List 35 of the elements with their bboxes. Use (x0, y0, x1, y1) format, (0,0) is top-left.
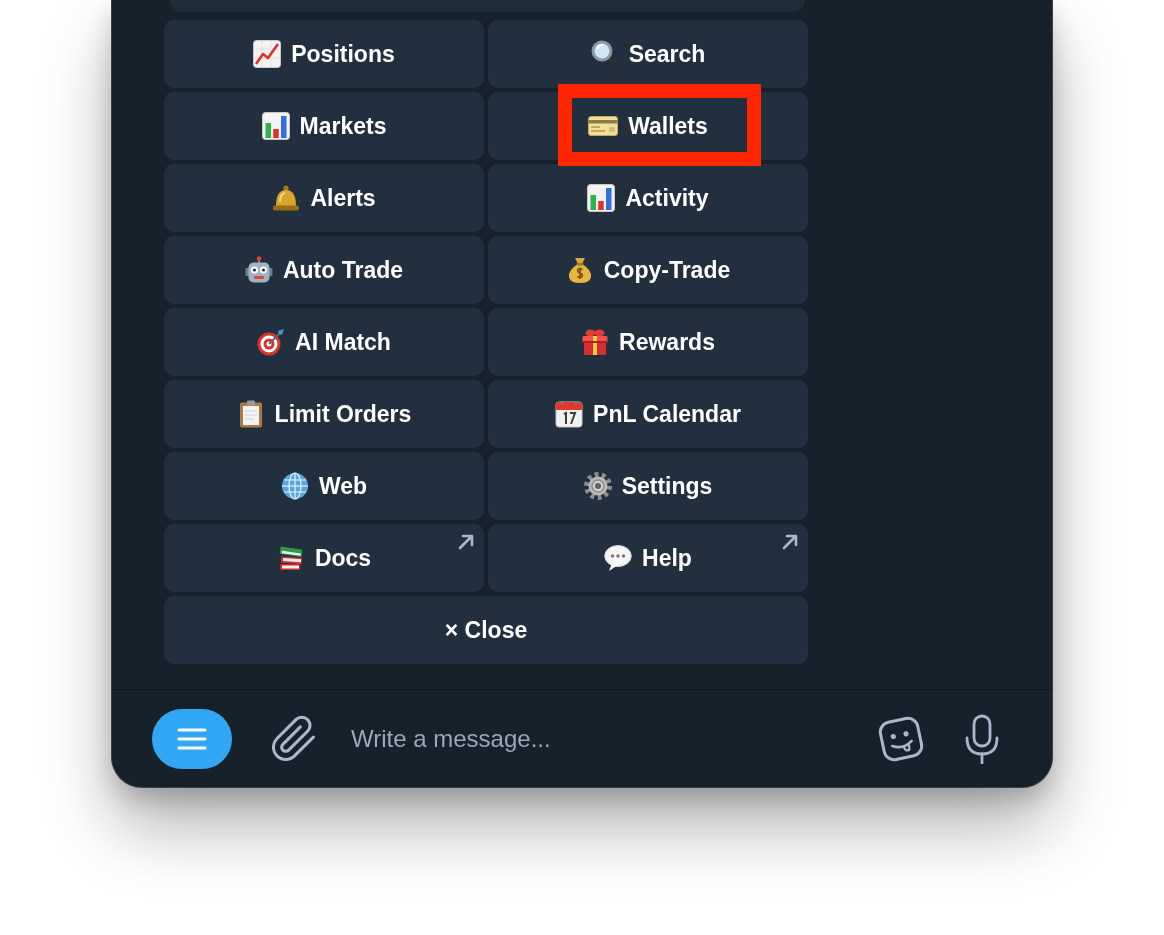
keyboard-button[interactable]: Auto Trade (164, 236, 484, 304)
gear-icon (583, 472, 612, 500)
keyboard-button[interactable]: Activity (488, 164, 808, 232)
keyboard-button[interactable]: Web (164, 452, 484, 520)
keyboard-button[interactable]: Rewards (488, 308, 808, 376)
keyboard-button[interactable]: Help (488, 524, 808, 592)
arrow-icon (782, 534, 798, 550)
line-chart-icon (253, 40, 282, 68)
bar-chart-icon (261, 112, 290, 140)
credit-card-icon (588, 116, 619, 136)
keyboard-button[interactable]: Limit Orders (164, 380, 484, 448)
keyboard-button[interactable]: Search (488, 20, 808, 88)
globe-icon (280, 472, 309, 500)
keyboard-button[interactable]: Positions (164, 20, 484, 88)
microphone-icon[interactable] (964, 713, 1000, 764)
bar-chart-icon (587, 184, 616, 212)
keyboard-button[interactable]: PnL Calendar (488, 380, 808, 448)
paperclip-icon[interactable] (272, 714, 316, 763)
speech-bubble-icon (604, 544, 633, 572)
target-icon (257, 328, 286, 356)
keyboard-button[interactable]: Alerts (164, 164, 484, 232)
menu-icon (177, 727, 207, 750)
keyboard-button[interactable]: Copy-Trade (488, 236, 808, 304)
bell-icon (272, 184, 301, 212)
arrow-icon (458, 534, 474, 550)
gift-icon (581, 328, 610, 356)
keyboard-button[interactable]: AI Match (164, 308, 484, 376)
keyboard-button[interactable]: Settings (488, 452, 808, 520)
keyboard-button[interactable]: Markets (164, 92, 484, 160)
magnifier-icon (590, 40, 619, 68)
robot-icon (244, 256, 273, 284)
close-button[interactable]: × Close (164, 596, 808, 664)
message-field[interactable]: Write a message... (351, 721, 862, 756)
calendar-icon (555, 400, 584, 428)
keyboard-button[interactable]: Docs (164, 524, 484, 592)
